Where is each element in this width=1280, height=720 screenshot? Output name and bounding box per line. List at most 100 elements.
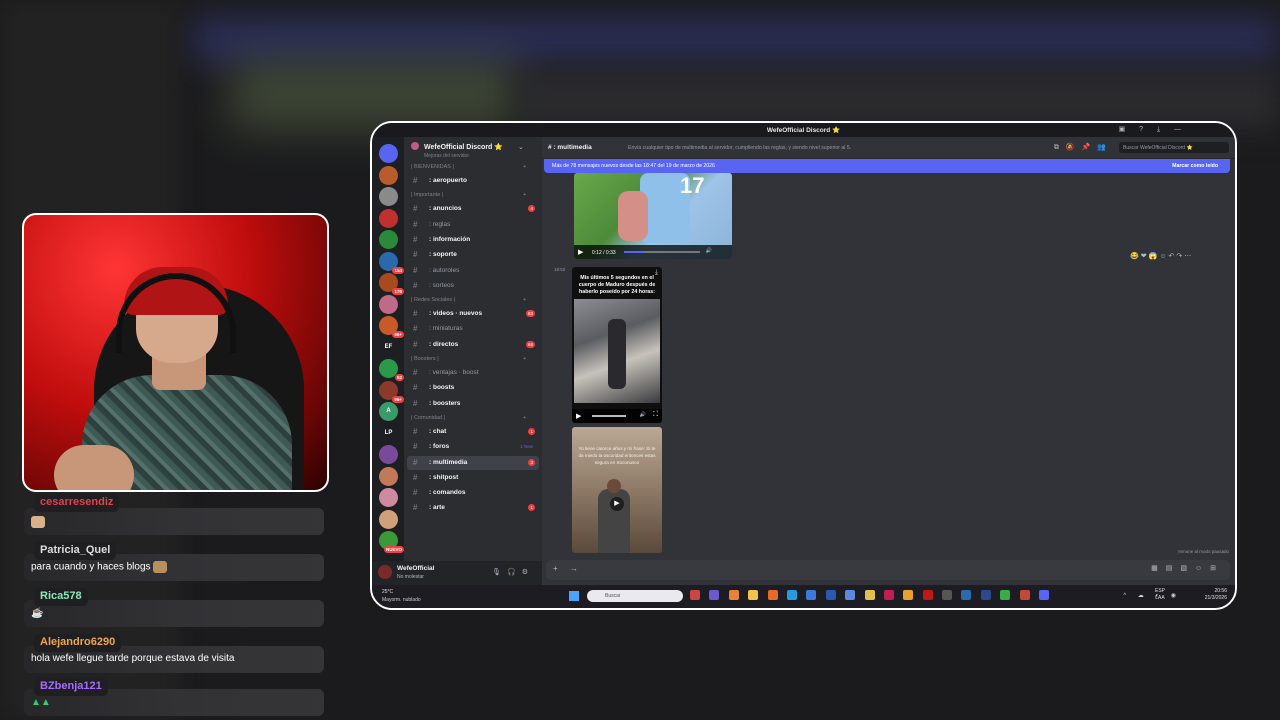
play-icon[interactable]: ▶ <box>610 497 624 511</box>
app-icon[interactable] <box>883 590 894 600</box>
server-icon[interactable]: 52 <box>379 359 404 381</box>
server-icon[interactable] <box>379 509 398 529</box>
app-icon[interactable] <box>767 590 778 600</box>
channel-item[interactable]: #: directos 68 <box>407 338 539 352</box>
channel-item[interactable]: #: aeropuerto <box>407 174 539 188</box>
sticker-icon[interactable]: ▧ <box>1180 565 1195 572</box>
gift-icon[interactable]: ▦ <box>1151 565 1166 572</box>
server-icon[interactable] <box>379 466 398 486</box>
channel-category[interactable]: | Boosters | + <box>411 356 526 362</box>
create-channel-icon[interactable]: + <box>523 164 526 170</box>
channel-item[interactable]: #: boosters <box>407 397 539 411</box>
app-icon[interactable] <box>942 590 953 600</box>
app-icon[interactable] <box>690 590 700 600</box>
microphone-icon[interactable]: 🎙 <box>492 569 507 576</box>
channel-item[interactable]: #: sorteos <box>407 279 539 293</box>
server-icon[interactable] <box>379 144 398 163</box>
server-icon[interactable]: LP <box>379 423 398 443</box>
create-channel-icon[interactable]: + <box>523 415 526 421</box>
channel-item[interactable]: #: foros 1 New <box>407 440 539 454</box>
server-icon[interactable] <box>379 165 398 185</box>
server-icon[interactable]: A <box>379 402 398 421</box>
video-controls[interactable]: ▶ 0:12 / 0:33 🔊 <box>574 245 732 259</box>
gif-icon[interactable]: ▤ <box>1166 565 1181 572</box>
app-icon[interactable] <box>709 590 720 600</box>
channel-item[interactable]: #: información <box>407 233 539 247</box>
channel-item[interactable]: #: reglas <box>407 218 539 232</box>
apps-icon[interactable]: ⊞ <box>1210 565 1224 572</box>
server-icon[interactable] <box>379 445 398 464</box>
video-player[interactable]: 17 ▶ 0:12 / 0:33 🔊 <box>574 173 732 259</box>
channel-item[interactable]: #: chat 1 <box>407 425 539 439</box>
fullscreen-icon[interactable]: ⛶ <box>653 411 658 419</box>
weather-widget[interactable]: 25°C Mayorm. nublado <box>382 589 421 603</box>
server-header[interactable]: WefeOfficial Discord ⭐ ⌄ Mejoras del ser… <box>404 137 542 159</box>
server-icon[interactable]: 154 <box>379 251 404 274</box>
play-icon[interactable]: ▶ <box>576 412 581 420</box>
server-icon[interactable]: 176 <box>379 273 404 295</box>
channel-item[interactable]: #: anuncios 4 <box>407 202 539 216</box>
window-controls[interactable]: ▣ ? ⤓ — <box>1119 125 1187 134</box>
language-indicator[interactable]: ESP LAA <box>1155 588 1165 602</box>
app-icon[interactable] <box>728 590 739 600</box>
server-icon[interactable]: 96+ <box>379 316 404 338</box>
app-icon[interactable] <box>864 590 875 600</box>
channel-item[interactable]: #: multimedia 3 <box>407 455 539 470</box>
emoji-reaction-icon[interactable]: 😂 <box>1130 253 1141 260</box>
app-icon[interactable] <box>961 590 972 600</box>
channel-item[interactable]: #: miniaturas <box>407 322 539 336</box>
photoshop-icon[interactable] <box>980 590 991 600</box>
gear-icon[interactable]: ⚙ <box>522 569 534 576</box>
members-icon[interactable]: 👥 <box>1097 144 1113 151</box>
server-icon[interactable]: 96+ <box>379 380 404 403</box>
chevron-down-icon[interactable]: ⌄ <box>518 143 524 151</box>
server-icon[interactable] <box>379 208 398 228</box>
video-progress[interactable] <box>592 415 626 417</box>
server-icon[interactable] <box>379 488 398 507</box>
server-icon[interactable]: NUEVO <box>379 531 404 553</box>
emoji-icon[interactable]: ☺ <box>1195 565 1210 572</box>
create-channel-icon[interactable]: + <box>523 356 526 362</box>
channel-item[interactable]: #: videos · nuevos 83 <box>407 307 539 321</box>
channel-item[interactable]: #: soporte <box>407 248 539 262</box>
server-icon[interactable]: EF <box>379 337 398 357</box>
channel-category[interactable]: | Redes Sociales | + <box>411 297 526 303</box>
server-icon[interactable] <box>379 187 398 206</box>
discord-icon[interactable] <box>1039 590 1050 600</box>
message-composer[interactable]: + → ▦▤▧☺⊞ <box>546 560 1230 580</box>
video-player[interactable]: Yo tiene catorce años y mi frase: Si te … <box>572 427 662 553</box>
search-input[interactable]: Buscar WefeOfficial Discord ⭐ <box>1119 142 1229 153</box>
edge-icon[interactable] <box>786 590 797 600</box>
channel-item[interactable]: #: comandos <box>407 486 539 500</box>
server-icon[interactable] <box>379 294 398 314</box>
folder-icon[interactable] <box>748 590 759 600</box>
bell-icon[interactable]: 🔕 <box>1066 144 1082 151</box>
arrow-right-icon[interactable]: → <box>570 564 578 573</box>
emoji-reaction-icon[interactable]: 😱 <box>1149 253 1160 260</box>
heart-reaction-icon[interactable]: ❤ <box>1141 253 1149 260</box>
windows-start-icon[interactable] <box>569 591 579 601</box>
plus-icon[interactable]: + <box>553 564 558 573</box>
channel-category[interactable]: | Comunidad | + <box>411 415 526 421</box>
reactions-bar[interactable]: 😂❤😱☺↶↷⋯ <box>1130 252 1193 260</box>
server-icon[interactable] <box>379 230 398 249</box>
chrome-icon[interactable] <box>1000 590 1011 600</box>
channel-item[interactable]: #: autoroles <box>407 264 539 278</box>
channel-item[interactable]: #: ventajas · boost <box>407 366 539 380</box>
threads-icon[interactable]: ⧉ <box>1054 144 1066 151</box>
download-icon[interactable]: ⤓ <box>655 269 658 277</box>
app-icon[interactable] <box>903 590 914 600</box>
taskbar-search[interactable]: Buscar <box>587 590 683 602</box>
channel-category[interactable]: | Importante | + <box>411 192 526 198</box>
volume-icon[interactable]: 🔊 <box>640 412 646 418</box>
channel-item[interactable]: #: shitpost <box>407 471 539 485</box>
create-channel-icon[interactable]: + <box>523 192 526 198</box>
app-icon[interactable] <box>922 590 933 600</box>
create-channel-icon[interactable]: + <box>523 297 526 303</box>
pin-icon[interactable]: 📌 <box>1082 144 1098 151</box>
app-icon[interactable] <box>1019 590 1030 600</box>
mark-as-read-button[interactable]: Marcar como leído <box>1172 163 1218 169</box>
app-icon[interactable] <box>825 590 836 600</box>
channel-category[interactable]: | BIENVENIDAS | + <box>411 164 526 170</box>
system-tray[interactable]: ^ ☁ ◐ ◉ <box>1123 592 1181 599</box>
